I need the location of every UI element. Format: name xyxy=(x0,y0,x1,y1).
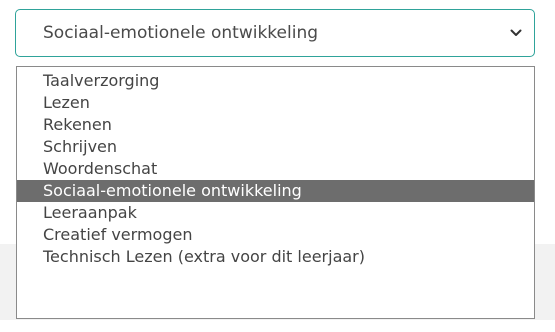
option-technisch-lezen[interactable]: Technisch Lezen (extra voor dit leerjaar… xyxy=(17,246,534,268)
page-background-bottom xyxy=(0,320,555,332)
option-sociaal-emotionele-ontwikkeling[interactable]: Sociaal-emotionele ontwikkeling xyxy=(17,180,534,202)
option-woordenschat[interactable]: Woordenschat xyxy=(17,158,534,180)
option-rekenen[interactable]: Rekenen xyxy=(17,114,534,136)
option-schrijven[interactable]: Schrijven xyxy=(17,136,534,158)
option-creatief-vermogen[interactable]: Creatief vermogen xyxy=(17,224,534,246)
option-taalverzorging[interactable]: Taalverzorging xyxy=(17,70,534,92)
dropdown-options-list: Taalverzorging Lezen Rekenen Schrijven W… xyxy=(16,66,535,319)
option-leeraanpak[interactable]: Leeraanpak xyxy=(17,202,534,224)
subject-select[interactable]: Sociaal-emotionele ontwikkeling xyxy=(15,9,535,57)
option-lezen[interactable]: Lezen xyxy=(17,92,534,114)
chevron-down-icon xyxy=(510,29,522,36)
select-current-value: Sociaal-emotionele ontwikkeling xyxy=(43,23,319,43)
